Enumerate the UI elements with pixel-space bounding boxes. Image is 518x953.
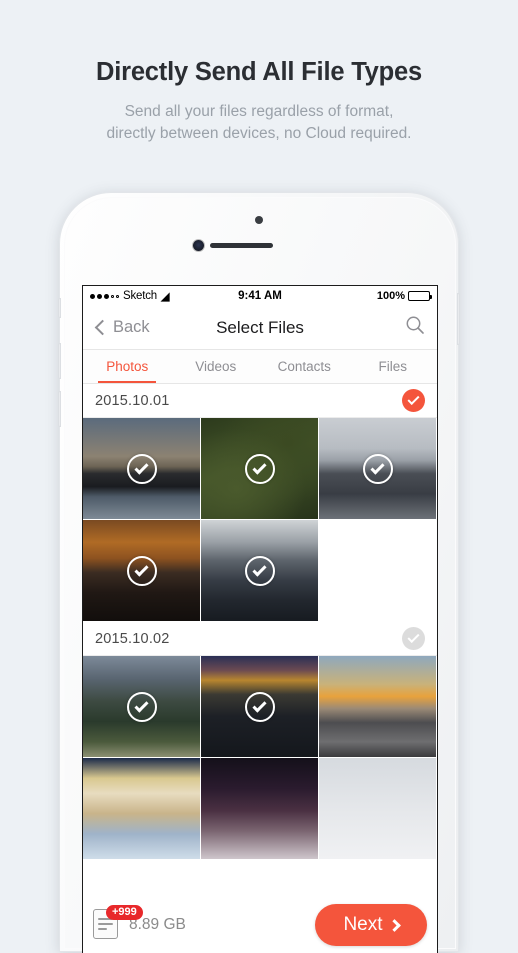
phone-screen: Sketch ◢ 9:41 AM 100% Back Select Files — [82, 285, 438, 953]
tab-label: Photos — [106, 359, 149, 374]
photo-cell[interactable] — [319, 418, 436, 519]
status-bar: Sketch ◢ 9:41 AM 100% — [83, 286, 437, 306]
photo-cell-empty — [319, 520, 436, 621]
photo-cell[interactable] — [201, 758, 318, 859]
check-circle-icon — [244, 453, 275, 484]
tab-files[interactable]: Files — [349, 350, 438, 383]
photo-cell[interactable] — [83, 656, 200, 757]
volume-up-button[interactable] — [58, 343, 61, 379]
photo-cell[interactable] — [83, 758, 200, 859]
photo-cell[interactable] — [201, 418, 318, 519]
check-circle-icon — [244, 555, 275, 586]
battery-icon — [408, 291, 432, 301]
promo-header: Directly Send All File Types Send all yo… — [0, 0, 518, 145]
status-bar-right: 100% — [376, 290, 432, 302]
tab-contacts[interactable]: Contacts — [260, 350, 349, 383]
check-circle-icon — [126, 691, 157, 722]
page-title: Directly Send All File Types — [96, 58, 422, 86]
tab-label: Videos — [195, 359, 237, 374]
check-circle-outline-icon[interactable] — [402, 627, 425, 650]
selection-action-bar: +999 8.89 GB Next — [83, 897, 437, 953]
tab-photos[interactable]: Photos — [83, 350, 172, 383]
promo-subtitle-line-1: Send all your files regardless of format… — [124, 103, 394, 120]
file-list: 2015.10.01 2015.10.02 — [83, 384, 437, 860]
next-button[interactable]: Next — [315, 904, 427, 946]
selected-files-indicator: +999 — [93, 905, 143, 941]
tab-label: Contacts — [277, 359, 331, 374]
tab-videos[interactable]: Videos — [172, 350, 261, 383]
tab-label: Files — [378, 359, 407, 374]
promo-subtitle-line-2: directly between devices, no Cloud requi… — [106, 125, 412, 142]
next-button-label: Next — [343, 914, 383, 935]
proximity-sensor-icon — [255, 216, 263, 224]
photo-cell[interactable] — [83, 418, 200, 519]
front-camera-icon — [193, 240, 204, 251]
photo-grid — [83, 656, 437, 860]
earpiece-speaker-icon — [210, 243, 273, 248]
photo-cell[interactable] — [319, 656, 436, 757]
volume-down-button[interactable] — [58, 391, 61, 427]
power-button[interactable] — [457, 293, 460, 345]
date-header: 2015.10.01 — [83, 384, 437, 418]
date-label: 2015.10.02 — [95, 630, 170, 647]
date-label: 2015.10.01 — [95, 392, 170, 409]
silent-switch-button[interactable] — [58, 298, 61, 318]
photo-cell[interactable] — [201, 656, 318, 757]
check-circle-icon — [362, 453, 393, 484]
photo-grid — [83, 418, 437, 622]
navigation-bar: Back Select Files — [83, 306, 437, 350]
photo-cell[interactable] — [201, 520, 318, 621]
date-header: 2015.10.02 — [83, 622, 437, 656]
check-circle-icon — [126, 453, 157, 484]
category-tabs: Photos Videos Contacts Files — [83, 350, 437, 384]
check-circle-icon — [126, 555, 157, 586]
iphone-mockup: Sketch ◢ 9:41 AM 100% Back Select Files — [58, 192, 460, 953]
search-icon[interactable] — [405, 315, 425, 340]
check-circle-filled-icon[interactable] — [402, 389, 425, 412]
photo-cell[interactable] — [83, 520, 200, 621]
photo-cell[interactable] — [319, 758, 436, 859]
nav-title: Select Files — [216, 317, 304, 337]
chevron-right-icon — [387, 918, 401, 932]
battery-percent-label: 100% — [376, 290, 405, 302]
status-badge: +999 — [106, 905, 143, 921]
promo-subtitle: Send all your files regardless of format… — [0, 101, 518, 145]
check-circle-icon — [244, 691, 275, 722]
